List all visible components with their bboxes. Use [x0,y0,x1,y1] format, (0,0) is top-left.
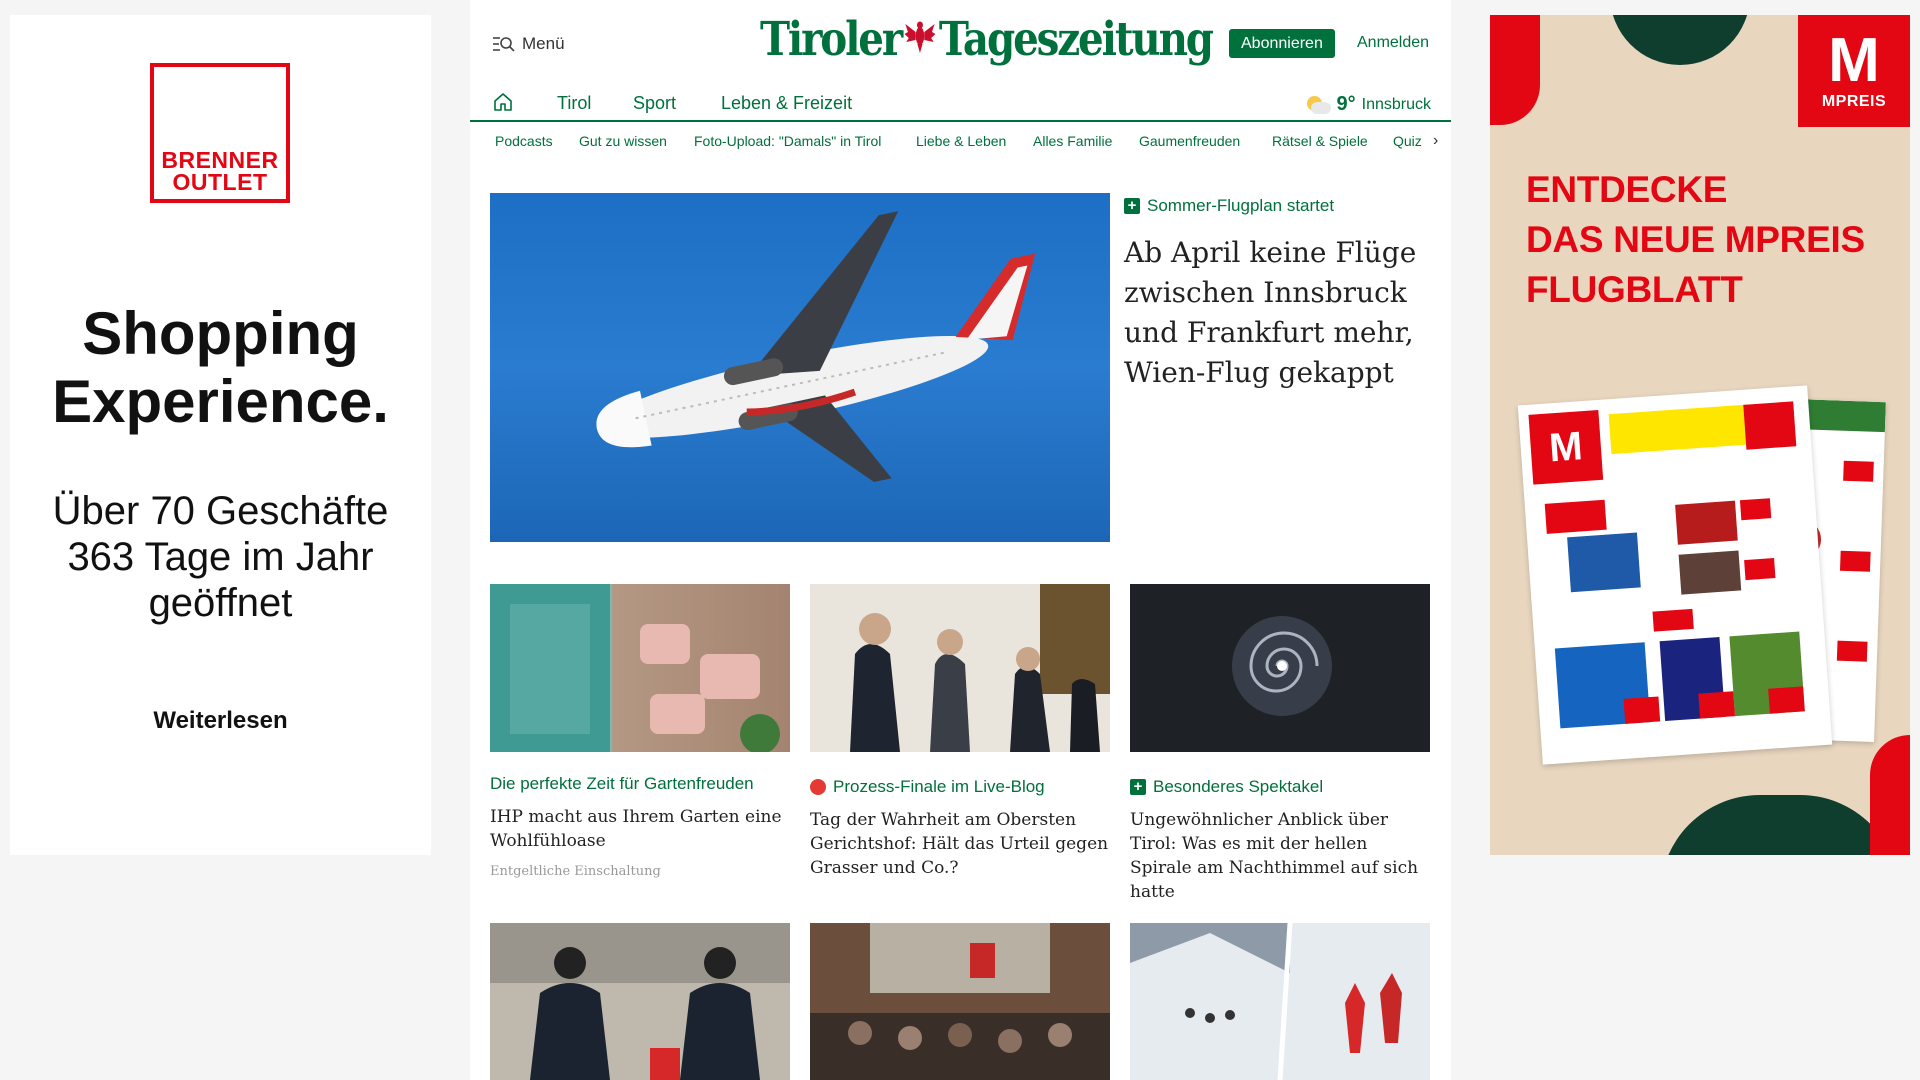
subnav-item-podcasts[interactable]: Podcasts [495,133,553,149]
mpreis-ad[interactable]: M MPREIS ENTDECKE DAS NEUE MPREIS FLUGBL… [1490,15,1910,855]
subnav-item-alles-familie[interactable]: Alles Familie [1033,133,1112,149]
nav-item-leben-freizeit[interactable]: Leben & Freizeit [721,93,852,114]
sponsored-note: Entgeltliche Einschaltung [490,864,661,879]
decor-shape [1490,15,1540,125]
subscribe-button[interactable]: Abonnieren [1229,29,1335,58]
site-header: Menü Tiroler Tageszeitung Abonnieren Anm… [470,0,1451,85]
plus-icon: + [1130,779,1146,795]
menu-label: Menü [522,34,565,53]
card-kicker-text: Die perfekte Zeit für Gartenfreuden [490,774,754,793]
card-image-garden[interactable] [490,584,790,752]
brenner-outlet-ad[interactable]: BRENNER OUTLET Shopping Experience. Über… [10,15,431,855]
logo-text-2: Tageszeitung [938,12,1214,67]
ad-headline-line-2: Experience. [52,368,389,435]
live-dot-icon [810,779,826,795]
chevron-right-icon[interactable]: › [1433,132,1438,150]
ad-headline: Shopping Experience. [10,300,431,436]
main-column: Menü Tiroler Tageszeitung Abonnieren Anm… [470,0,1451,1080]
logo-line-2: OUTLET [172,169,268,195]
weather-city: Innsbruck [1361,95,1431,113]
logo-line-1: BRENNER [161,147,279,173]
nav-item-sport[interactable]: Sport [633,93,676,114]
plus-icon: + [1124,198,1140,214]
subnav-item-liebe-leben[interactable]: Liebe & Leben [916,133,1006,149]
brenner-outlet-logo: BRENNER OUTLET [150,63,290,203]
ad-subtext-line-3: geöffnet [148,581,293,625]
hero-image-airplane[interactable] [490,193,1110,542]
card-title-court[interactable]: Tag der Wahrheit am Obersten Gerichtshof… [810,808,1110,880]
hero-kicker-text: Sommer-Flugplan startet [1147,196,1335,215]
ad-subtext-line-2: 363 Tage im Jahr [67,535,374,579]
subnav-item-gaumenfreuden[interactable]: Gaumenfreuden [1139,133,1240,149]
card-title-garden[interactable]: IHP macht aus Ihrem Garten eine Wohlfühl… [490,805,790,853]
nav-item-tirol[interactable]: Tirol [557,93,591,114]
menu-search-icon [492,35,516,53]
flyer-image: M [1517,385,1833,765]
card-image-avalanche[interactable] [1130,923,1430,1080]
card-image-concert[interactable] [810,923,1110,1080]
mpreis-headline-line-1: ENTDECKE [1526,169,1728,210]
subnav-item-raetsel-spiele[interactable]: Rätsel & Spiele [1272,133,1368,149]
hero-headline[interactable]: Ab April keine Flüge zwischen Innsbruck … [1124,233,1434,393]
tyrolean-eagle-icon [904,16,936,63]
mpreis-headline-line-2: DAS NEUE MPREIS [1526,219,1865,260]
ad-headline-line-1: Shopping [82,300,359,367]
card-kicker-spektakel[interactable]: + Besonderes Spektakel [1130,777,1323,797]
site-logo[interactable]: Tiroler Tageszeitung [760,12,1214,67]
ad-read-more-link[interactable]: Weiterlesen [10,707,431,735]
home-icon[interactable] [492,91,514,113]
ad-subtext-line-1: Über 70 Geschäfte [52,489,389,533]
subnav-item-quiz[interactable]: Quiz [1393,133,1422,149]
mpreis-logo-text: MPREIS [1821,93,1887,110]
svg-text:M: M [1548,424,1584,470]
main-nav: Tirol Sport Leben & Freizeit 9° Innsbruc… [470,85,1451,122]
mpreis-headline-line-3: FLUGBLATT [1526,269,1743,310]
logo-text-1: Tiroler [760,12,903,67]
weather-widget[interactable]: 9° Innsbruck [1305,93,1431,116]
ad-subtext: Über 70 Geschäfte 363 Tage im Jahr geöff… [10,488,431,626]
card-kicker-garden[interactable]: Die perfekte Zeit für Gartenfreuden [490,774,754,794]
decor-shape [1660,795,1900,855]
mpreis-headline: ENTDECKE DAS NEUE MPREIS FLUGBLATT [1526,165,1865,315]
sub-nav: Podcasts Gut zu wissen Foto-Upload: "Dam… [470,122,1451,164]
subnav-item-gut-zu-wissen[interactable]: Gut zu wissen [579,133,667,149]
hero-kicker[interactable]: + Sommer-Flugplan startet [1124,196,1334,216]
card-kicker-live[interactable]: Prozess-Finale im Live-Blog [810,777,1045,797]
card-image-police[interactable] [490,923,790,1080]
card-title-spiral[interactable]: Ungewöhnlicher Anblick über Tirol: Was e… [1130,808,1430,904]
partly-cloudy-icon [1305,95,1331,114]
login-link[interactable]: Anmelden [1357,34,1429,52]
mpreis-logo-letter: M [1828,26,1880,95]
subnav-item-foto-upload[interactable]: Foto-Upload: "Damals" in Tirol [694,133,881,149]
mpreis-logo: M MPREIS [1798,15,1910,127]
card-kicker-text: Prozess-Finale im Live-Blog [833,777,1045,796]
card-kicker-text: Besonderes Spektakel [1153,777,1324,796]
card-image-spiral[interactable] [1130,584,1430,752]
weather-temperature: 9° [1336,93,1356,115]
card-image-court[interactable] [810,584,1110,752]
decor-shape [1610,15,1750,65]
decor-shape [1870,735,1910,855]
menu-button[interactable]: Menü [492,34,565,54]
